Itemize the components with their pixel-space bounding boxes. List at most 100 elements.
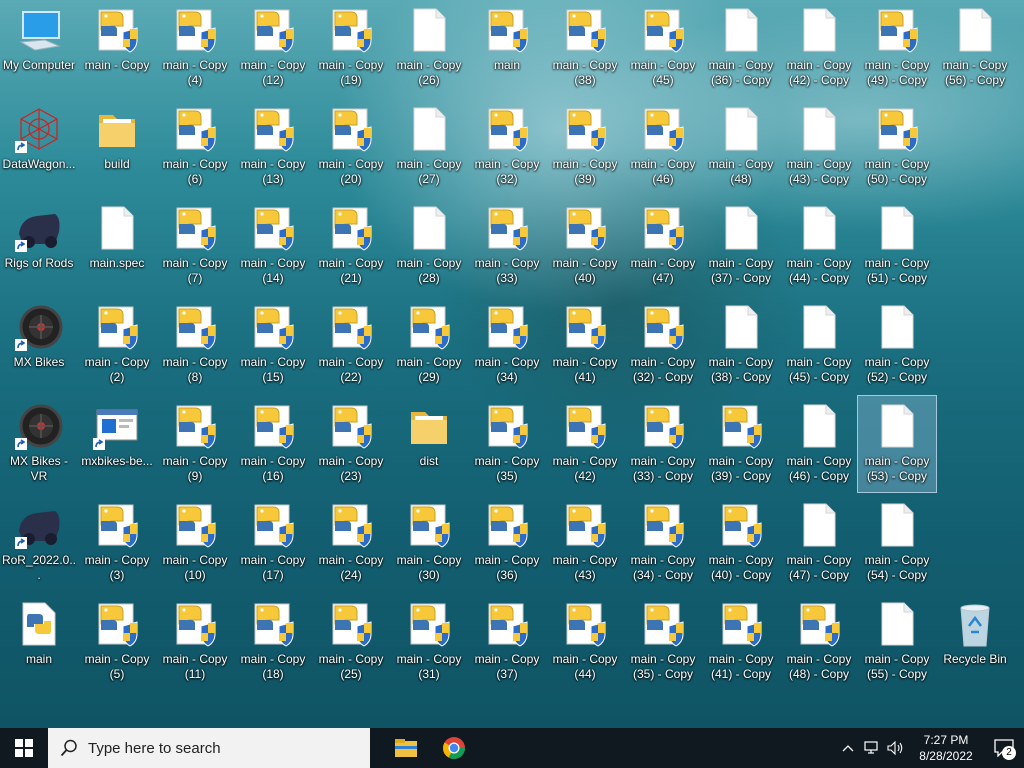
desktop-icon[interactable]: main: [0, 594, 78, 690]
desktop-icon[interactable]: main - Copy (38) - Copy: [702, 297, 780, 393]
desktop-icon[interactable]: main - Copy (34) - Copy: [624, 495, 702, 591]
desktop-icon[interactable]: main - Copy (33): [468, 198, 546, 294]
desktop-icon[interactable]: main - Copy (43): [546, 495, 624, 591]
desktop-icon[interactable]: main - Copy (44): [546, 594, 624, 690]
desktop-icon[interactable]: RoR_2022.0...: [0, 495, 78, 591]
desktop-icon[interactable]: main - Copy (18): [234, 594, 312, 690]
desktop-icon[interactable]: main - Copy (31): [390, 594, 468, 690]
desktop-icon[interactable]: MX Bikes: [0, 297, 78, 393]
desktop-icon[interactable]: main - Copy (4): [156, 0, 234, 96]
desktop-icon[interactable]: main - Copy (2): [78, 297, 156, 393]
desktop-icon[interactable]: main - Copy (45) - Copy: [780, 297, 858, 393]
system-tray: 7:27 PM 8/28/2022 2: [836, 728, 1024, 768]
desktop-icon[interactable]: main - Copy (6): [156, 99, 234, 195]
desktop-icon[interactable]: main - Copy (36): [468, 495, 546, 591]
desktop-icon[interactable]: main - Copy (23): [312, 396, 390, 492]
desktop-icon[interactable]: main - Copy (26): [390, 0, 468, 96]
desktop-icon[interactable]: main - Copy (33) - Copy: [624, 396, 702, 492]
desktop-icon[interactable]: main - Copy (17): [234, 495, 312, 591]
desktop-icon[interactable]: main - Copy (42) - Copy: [780, 0, 858, 96]
desktop-icon[interactable]: main - Copy (37): [468, 594, 546, 690]
desktop-icon[interactable]: mxbikes-be...: [78, 396, 156, 492]
desktop-icon[interactable]: main - Copy (37) - Copy: [702, 198, 780, 294]
desktop-icon[interactable]: main - Copy (7): [156, 198, 234, 294]
desktop-icon[interactable]: main - Copy (46): [624, 99, 702, 195]
desktop-icon[interactable]: main - Copy (16): [234, 396, 312, 492]
desktop-icon[interactable]: main - Copy (8): [156, 297, 234, 393]
desktop-icon[interactable]: main - Copy (29): [390, 297, 468, 393]
desktop-icon[interactable]: main - Copy (36) - Copy: [702, 0, 780, 96]
show-hidden-icons-button[interactable]: [836, 728, 860, 768]
desktop-icon[interactable]: main - Copy (47): [624, 198, 702, 294]
desktop-icon[interactable]: main - Copy (41) - Copy: [702, 594, 780, 690]
desktop-icon[interactable]: main - Copy (42): [546, 396, 624, 492]
desktop-icon[interactable]: DataWagon...: [0, 99, 78, 195]
desktop-icon[interactable]: main - Copy (13): [234, 99, 312, 195]
desktop-icon[interactable]: main - Copy (9): [156, 396, 234, 492]
network-button[interactable]: [860, 728, 884, 768]
desktop-icon[interactable]: main - Copy (14): [234, 198, 312, 294]
desktop-icon[interactable]: main - Copy (10): [156, 495, 234, 591]
desktop-icon[interactable]: main - Copy (41): [546, 297, 624, 393]
desktop-icon[interactable]: main - Copy (15): [234, 297, 312, 393]
taskbar-search-box[interactable]: Type here to search: [48, 728, 370, 768]
desktop-icon[interactable]: main - Copy (55) - Copy: [858, 594, 936, 690]
desktop-icon[interactable]: main - Copy: [78, 0, 156, 96]
desktop-icon[interactable]: main - Copy (54) - Copy: [858, 495, 936, 591]
desktop[interactable]: My Computer DataWagon... Rigs of Rods MX Bi…: [0, 0, 1024, 728]
desktop-icon[interactable]: main - Copy (19): [312, 0, 390, 96]
desktop-icon[interactable]: main - Copy (35) - Copy: [624, 594, 702, 690]
desktop-icon[interactable]: main - Copy (53) - Copy: [857, 395, 937, 493]
desktop-icon[interactable]: main - Copy (34): [468, 297, 546, 393]
desktop-icon[interactable]: main - Copy (27): [390, 99, 468, 195]
desktop-icon[interactable]: Rigs of Rods: [0, 198, 78, 294]
desktop-icon[interactable]: main - Copy (11): [156, 594, 234, 690]
desktop-icon[interactable]: MX Bikes - VR: [0, 396, 78, 492]
desktop-icon[interactable]: dist: [390, 396, 468, 492]
taskbar-chrome[interactable]: [430, 728, 478, 768]
desktop-icon[interactable]: main - Copy (5): [78, 594, 156, 690]
desktop-icon[interactable]: main - Copy (43) - Copy: [780, 99, 858, 195]
desktop-icon[interactable]: main - Copy (52) - Copy: [858, 297, 936, 393]
desktop-icon[interactable]: main - Copy (56) - Copy: [936, 0, 1014, 96]
desktop-icon[interactable]: main - Copy (38): [546, 0, 624, 96]
desktop-icon[interactable]: main - Copy (49) - Copy: [858, 0, 936, 96]
desktop-icon[interactable]: main - Copy (50) - Copy: [858, 99, 936, 195]
desktop-icon[interactable]: main - Copy (12): [234, 0, 312, 96]
desktop-icon[interactable]: main - Copy (3): [78, 495, 156, 591]
desktop-icon[interactable]: main - Copy (51) - Copy: [858, 198, 936, 294]
desktop-icon[interactable]: main - Copy (30): [390, 495, 468, 591]
desktop-icon[interactable]: main - Copy (44) - Copy: [780, 198, 858, 294]
desktop-icon[interactable]: main.spec: [78, 198, 156, 294]
desktop-icon[interactable]: main - Copy (48): [702, 99, 780, 195]
desktop-icon[interactable]: main - Copy (28): [390, 198, 468, 294]
desktop-icon[interactable]: main - Copy (40) - Copy: [702, 495, 780, 591]
desktop-icon[interactable]: main - Copy (32) - Copy: [624, 297, 702, 393]
desktop-icon[interactable]: main - Copy (22): [312, 297, 390, 393]
taskbar-file-explorer[interactable]: [382, 728, 430, 768]
desktop-icon[interactable]: main - Copy (21): [312, 198, 390, 294]
desktop-icon[interactable]: main - Copy (39): [546, 99, 624, 195]
desktop-icon[interactable]: main - Copy (35): [468, 396, 546, 492]
desktop-icon[interactable]: main - Copy (24): [312, 495, 390, 591]
desktop-icon[interactable]: main: [468, 0, 546, 96]
action-center-button[interactable]: 2: [984, 728, 1024, 768]
start-button[interactable]: [0, 728, 48, 768]
desktop-icon[interactable]: main - Copy (46) - Copy: [780, 396, 858, 492]
desktop-icon[interactable]: main - Copy (47) - Copy: [780, 495, 858, 591]
desktop-icon[interactable]: build: [78, 99, 156, 195]
taskbar-clock[interactable]: 7:27 PM 8/28/2022: [908, 732, 984, 764]
desktop-icon-label: Recycle Bin: [943, 652, 1007, 666]
desktop-icon[interactable]: main - Copy (39) - Copy: [702, 396, 780, 492]
desktop-icon[interactable]: main - Copy (25): [312, 594, 390, 690]
desktop-icon-label: main - Copy (51) - Copy: [864, 256, 930, 285]
desktop-icon[interactable]: main - Copy (40): [546, 198, 624, 294]
desktop-icon[interactable]: main - Copy (48) - Copy: [780, 594, 858, 690]
desktop-icon[interactable]: main - Copy (32): [468, 99, 546, 195]
volume-button[interactable]: [884, 728, 908, 768]
desktop-icon[interactable]: main - Copy (45): [624, 0, 702, 96]
blank-file-icon: [405, 204, 453, 252]
desktop-icon[interactable]: My Computer: [0, 0, 78, 96]
desktop-icon[interactable]: main - Copy (20): [312, 99, 390, 195]
desktop-icon[interactable]: Recycle Bin: [936, 594, 1014, 690]
